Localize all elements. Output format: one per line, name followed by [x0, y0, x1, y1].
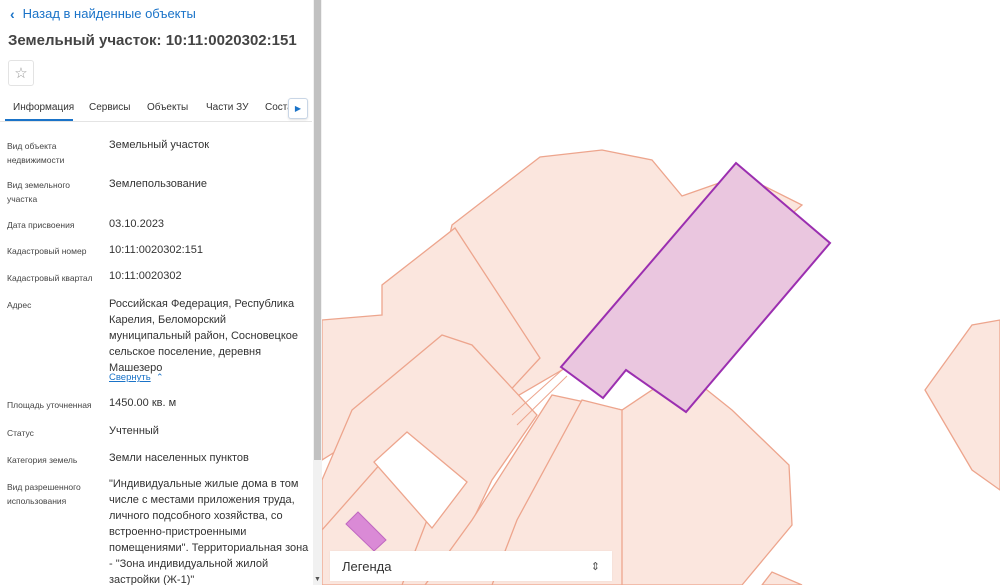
- field-value-status: Учтенный: [109, 425, 159, 437]
- field-value-object-type: Земельный участок: [109, 139, 210, 151]
- favorite-button[interactable]: ☆: [8, 60, 34, 86]
- map-parcel: [761, 571, 803, 585]
- field-value-address: Российская Федерация, Республика Карелия…: [109, 298, 299, 374]
- tab-parts[interactable]: Части ЗУ: [206, 102, 248, 113]
- caret-right-icon: ▶: [294, 104, 302, 113]
- field-label-parcel-type: Вид земельного участка: [7, 180, 71, 204]
- field-value-cadastral-quarter: 10:11:0020302: [109, 270, 182, 282]
- scroll-down-arrow-icon[interactable]: ▼: [313, 574, 322, 585]
- panel-scrollbar-thumb[interactable]: [314, 0, 321, 460]
- active-tab-indicator: [5, 119, 73, 121]
- chevron-up-icon[interactable]: ⌃: [156, 372, 164, 383]
- tabs-scroll-right-button[interactable]: ▶: [288, 98, 308, 119]
- field-label-cadastral-number: Кадастровый номер: [7, 246, 87, 256]
- back-link-label: Назад в найденные объекты: [22, 6, 196, 21]
- tab-objects[interactable]: Объекты: [147, 102, 188, 113]
- field-label-area: Площадь уточненная: [7, 400, 92, 410]
- field-value-parcel-type: Землепользование: [109, 178, 208, 190]
- legend-label: Легенда: [342, 558, 392, 574]
- field-label-cadastral-quarter: Кадастровый квартал: [7, 273, 93, 283]
- field-value-land-category: Земли населенных пунктов: [109, 452, 249, 464]
- map-parcel: [924, 319, 1000, 491]
- field-label-permitted-use: Вид разрешенного использования: [7, 482, 81, 506]
- field-label-object-type: Вид объекта недвижимости: [7, 141, 65, 165]
- field-label-status: Статус: [7, 428, 34, 438]
- info-panel: ‹ Назад в найденные объекты Земельный уч…: [0, 0, 322, 585]
- tab-info[interactable]: Информация: [13, 102, 74, 113]
- map-view[interactable]: [322, 0, 1000, 585]
- sort-arrows-icon: ⇕: [590, 560, 600, 573]
- chevron-left-icon: ‹: [10, 5, 15, 22]
- collapse-link[interactable]: Свернуть: [109, 372, 151, 383]
- field-label-assign-date: Дата присвоения: [7, 220, 75, 230]
- field-value-cadastral-number: 10:11:0020302:151: [109, 244, 203, 256]
- back-link[interactable]: ‹ Назад в найденные объекты: [10, 6, 196, 21]
- field-value-assign-date: 03.10.2023: [109, 218, 165, 230]
- field-label-land-category: Категория земель: [7, 455, 78, 465]
- page-title: Земельный участок: 10:11:0020302:151: [8, 32, 297, 49]
- field-value-area: 1450.00 кв. м: [109, 397, 177, 409]
- legend-dropdown[interactable]: Легенда ⇕: [330, 551, 612, 581]
- star-icon: ☆: [14, 65, 28, 82]
- field-value-permitted-use: "Индивидуальные жилые дома в том числе с…: [109, 478, 309, 585]
- tab-bar: Информация Сервисы Объекты Части ЗУ Сост…: [0, 96, 312, 122]
- field-label-address: Адрес: [7, 300, 32, 310]
- tab-services[interactable]: Сервисы: [89, 102, 130, 113]
- map-canvas[interactable]: [322, 0, 1000, 585]
